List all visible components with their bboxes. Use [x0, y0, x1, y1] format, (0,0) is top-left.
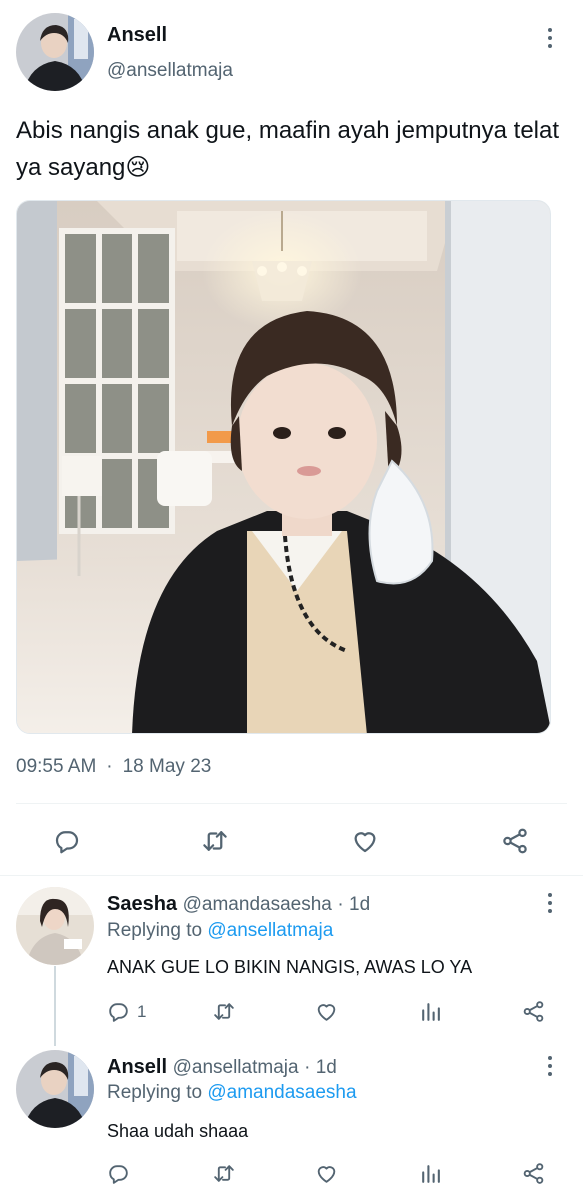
replying-to-label: Replying to	[107, 1082, 203, 1103]
more-options-icon[interactable]	[540, 26, 560, 50]
analytics-icon	[422, 1003, 440, 1021]
reply-1-replying-to: Replying to @ansellatmaja	[107, 920, 333, 942]
reply-2-author-name[interactable]: Ansell	[107, 1056, 167, 1078]
retweet-icon	[214, 1165, 234, 1182]
reply-2-like-button[interactable]	[314, 1161, 339, 1186]
reply-1-age: · 1d	[337, 894, 371, 915]
reply-2-text: Shaa udah shaaa	[107, 1121, 249, 1141]
replying-to-link[interactable]: @ansellatmaja	[207, 920, 333, 941]
reply-2-replying-to: Replying to @amandasaesha	[107, 1082, 357, 1104]
reply-2-analytics-button[interactable]	[418, 1161, 443, 1186]
tweet-text: Abis nangis anak gue, maafin ayah jemput…	[16, 112, 572, 186]
tweet-timestamp[interactable]: 09:55 AM · 18 May 23	[16, 756, 211, 778]
reply-1-more-icon[interactable]	[540, 891, 560, 915]
tweet-time: 09:55 AM	[16, 756, 97, 777]
author-name[interactable]: Ansell	[107, 24, 167, 47]
reply-1-like-button[interactable]	[314, 999, 339, 1024]
share-icon	[523, 1163, 544, 1184]
reply-1-text: ANAK GUE LO BIKIN NANGIS, AWAS LO YA	[107, 957, 473, 977]
heart-icon	[354, 832, 376, 853]
retweet-icon	[203, 831, 227, 851]
crying-face-emoji: 😢	[125, 154, 151, 181]
reply-icon	[109, 1003, 128, 1022]
tweet-image[interactable]	[16, 200, 551, 734]
reply-2-reply-button[interactable]	[106, 1161, 137, 1186]
reply-1-avatar[interactable]	[16, 887, 94, 965]
author-avatar[interactable]	[16, 13, 94, 91]
share-icon	[523, 1001, 544, 1022]
reply-2-header: Ansell @ansellatmaja · 1d	[107, 1056, 337, 1079]
reply-1-analytics-button[interactable]	[418, 999, 443, 1024]
retweet-icon	[214, 1003, 234, 1020]
reply-icon	[55, 831, 79, 854]
share-icon	[503, 828, 527, 854]
reply-2-avatar[interactable]	[16, 1050, 94, 1128]
thread-line	[54, 966, 56, 1046]
timestamp-separator: ·	[106, 756, 113, 777]
author-handle[interactable]: @ansellatmaja	[107, 60, 233, 82]
reply-2-author-handle[interactable]: @ansellatmaja	[173, 1057, 299, 1078]
analytics-icon	[422, 1165, 440, 1183]
tweet-date: 18 May 23	[122, 756, 212, 777]
share-button[interactable]	[500, 826, 530, 856]
reply-2-share-button[interactable]	[521, 1161, 546, 1186]
retweet-button[interactable]	[199, 826, 231, 856]
heart-icon	[317, 1004, 336, 1021]
replying-to-link[interactable]: @amandasaesha	[207, 1082, 356, 1103]
reply-2-retweet-button[interactable]	[211, 1161, 237, 1186]
divider-bottom	[0, 875, 583, 876]
heart-icon	[317, 1166, 336, 1183]
reply-1-retweet-button[interactable]	[211, 999, 237, 1024]
reply-1-author-handle[interactable]: @amandasaesha	[183, 894, 332, 915]
replying-to-label: Replying to	[107, 920, 203, 941]
reply-1-author-name[interactable]: Saesha	[107, 893, 177, 915]
divider-top	[16, 803, 567, 804]
reply-1-reply-button[interactable]: 1	[106, 999, 146, 1024]
reply-2-age: · 1d	[304, 1057, 337, 1078]
reply-1-reply-count: 1	[137, 1001, 147, 1021]
reply-icon	[109, 1165, 128, 1184]
tweet-body: Abis nangis anak gue, maafin ayah jemput…	[16, 117, 560, 181]
reply-button[interactable]	[52, 826, 82, 856]
reply-1-share-button[interactable]	[521, 999, 546, 1024]
reply-1-header: Saesha @amandasaesha · 1d	[107, 893, 370, 916]
like-button[interactable]	[350, 826, 380, 856]
reply-2-more-icon[interactable]	[540, 1054, 560, 1078]
